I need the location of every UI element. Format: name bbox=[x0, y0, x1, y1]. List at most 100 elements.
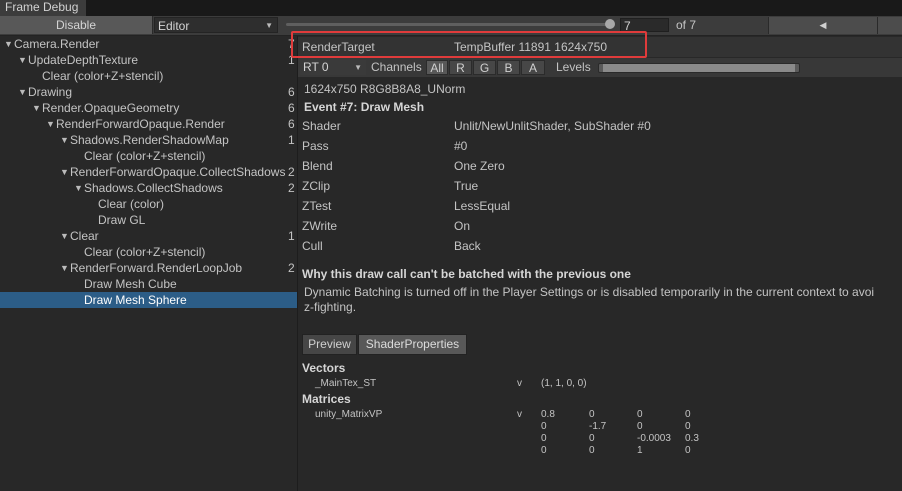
foldout-arrow-icon[interactable]: ▼ bbox=[60, 164, 69, 180]
matrix-cell: 0 bbox=[637, 421, 643, 432]
event-count-label: of 7 bbox=[676, 18, 697, 32]
tab-preview[interactable]: Preview bbox=[302, 334, 357, 355]
levels-label: Levels bbox=[556, 60, 591, 74]
matrix-cell: 0.3 bbox=[685, 433, 699, 444]
tree-item[interactable]: ▼ Camera.Render 7 bbox=[0, 36, 297, 52]
tree-item[interactable]: Draw Mesh Sphere bbox=[0, 292, 297, 308]
matrix-cell: 0 bbox=[685, 409, 691, 420]
vector-name: _MainTex_ST bbox=[315, 378, 377, 389]
event-tree: ▼ Camera.Render 7 ▼ UpdateDepthTexture 1 Clear… bbox=[0, 36, 298, 491]
tree-item-label: Clear (color+Z+stencil) bbox=[84, 245, 206, 259]
matrix-cell: 0.8 bbox=[541, 409, 555, 420]
tree-item-label: RenderForwardOpaque.Render bbox=[56, 117, 225, 131]
channel-g-button[interactable]: G bbox=[473, 60, 496, 75]
tree-item[interactable]: Clear (color+Z+stencil) bbox=[0, 148, 297, 164]
channel-b-button[interactable]: B bbox=[497, 60, 520, 75]
matrices-heading: Matrices bbox=[302, 392, 351, 406]
texture-format: 1624x750 R8G8B8A8_UNorm bbox=[304, 82, 466, 96]
matrix-cell: 0 bbox=[541, 421, 547, 432]
tree-item[interactable]: ▼ Render.OpaqueGeometry 6 bbox=[0, 100, 297, 116]
channel-a-button[interactable]: A bbox=[521, 60, 545, 75]
tree-item[interactable]: ▼ RenderForwardOpaque.Render 6 bbox=[0, 116, 297, 132]
tree-item[interactable]: Clear (color+Z+stencil) bbox=[0, 244, 297, 260]
tree-item-label: RenderForwardOpaque.CollectShadows bbox=[70, 165, 286, 179]
matrix-cell: 0 bbox=[589, 409, 595, 420]
batching-title: Why this draw call can't be batched with… bbox=[302, 267, 631, 281]
tree-item-label: Draw GL bbox=[98, 213, 146, 227]
tree-item[interactable]: Draw GL bbox=[0, 212, 297, 228]
batching-reason-line: Dynamic Batching is turned off in the Pl… bbox=[304, 285, 875, 299]
matrix-cell: -1.7 bbox=[589, 421, 607, 432]
tree-item-label: Clear (color) bbox=[98, 197, 165, 211]
channel-all-button[interactable]: All bbox=[426, 60, 448, 75]
target-dropdown[interactable]: Editor ▼ bbox=[154, 17, 278, 33]
prop-zwrite-label: ZWrite bbox=[302, 219, 338, 233]
tree-item-count: 6 bbox=[288, 117, 295, 131]
tree-item[interactable]: ▼ Clear 1 bbox=[0, 228, 297, 244]
foldout-arrow-icon[interactable]: ▼ bbox=[60, 132, 69, 148]
next-event-button[interactable] bbox=[877, 17, 902, 34]
prop-shader-label: Shader bbox=[302, 119, 341, 133]
frame-debug-tab[interactable]: Frame Debug bbox=[0, 0, 86, 16]
tree-item[interactable]: ▼ UpdateDepthTexture 1 bbox=[0, 52, 297, 68]
tree-item-label: UpdateDepthTexture bbox=[28, 53, 139, 67]
disable-button[interactable]: Disable bbox=[0, 16, 153, 34]
batching-reason-line: z-fighting. bbox=[304, 300, 357, 314]
prop-zclip-label: ZClip bbox=[302, 179, 331, 193]
matrix-cell: -0.0003 bbox=[637, 433, 671, 444]
tree-item-label: Shadows.RenderShadowMap bbox=[70, 133, 229, 147]
window-tab-bar: Frame Debug bbox=[0, 0, 902, 16]
tree-item-label: Shadows.CollectShadows bbox=[84, 181, 223, 195]
prop-ztest-value: LessEqual bbox=[454, 199, 511, 213]
foldout-arrow-icon[interactable]: ▼ bbox=[46, 116, 55, 132]
channel-r-button[interactable]: R bbox=[449, 60, 472, 75]
matrix-stage: v bbox=[517, 409, 522, 420]
event-slider-track[interactable] bbox=[286, 23, 612, 26]
tree-item[interactable]: ▼ RenderForwardOpaque.CollectShadows 2 bbox=[0, 164, 297, 180]
tree-item[interactable]: Clear (color+Z+stencil) bbox=[0, 68, 297, 84]
tree-item-label: Clear (color+Z+stencil) bbox=[84, 149, 206, 163]
event-index-field[interactable]: 7 bbox=[620, 18, 669, 33]
rt-dropdown[interactable]: RT 0 ▼ bbox=[300, 60, 366, 75]
matrix-cell: 0 bbox=[589, 445, 595, 456]
tree-item[interactable]: ▼ Shadows.CollectShadows 2 bbox=[0, 180, 297, 196]
foldout-arrow-icon[interactable]: ▼ bbox=[60, 260, 69, 276]
tree-item-count: 2 bbox=[288, 165, 295, 179]
tree-item-count: 2 bbox=[288, 261, 295, 275]
event-title: Event #7: Draw Mesh bbox=[304, 100, 425, 114]
tree-item[interactable]: ▼ Shadows.RenderShadowMap 1 bbox=[0, 132, 297, 148]
vectors-heading: Vectors bbox=[302, 361, 346, 375]
foldout-arrow-icon[interactable]: ▼ bbox=[32, 100, 41, 116]
foldout-arrow-icon[interactable]: ▼ bbox=[18, 84, 27, 100]
prop-shader-value[interactable]: Unlit/NewUnlitShader, SubShader #0 bbox=[454, 119, 651, 133]
chevron-down-icon: ▼ bbox=[265, 21, 273, 30]
prop-blend-value: One Zero bbox=[454, 159, 505, 173]
tree-item-label: RenderForward.RenderLoopJob bbox=[70, 261, 243, 275]
prop-zclip-value: True bbox=[454, 179, 479, 193]
foldout-arrow-icon[interactable]: ▼ bbox=[60, 228, 69, 244]
tree-item-label: Render.OpaqueGeometry bbox=[42, 101, 180, 115]
levels-range[interactable] bbox=[603, 64, 795, 72]
tree-item-label: Clear (color+Z+stencil) bbox=[42, 69, 164, 83]
prop-pass-value: #0 bbox=[454, 139, 468, 153]
foldout-arrow-icon[interactable]: ▼ bbox=[4, 36, 13, 52]
tree-item-label: Clear bbox=[70, 229, 99, 243]
tree-item[interactable]: Clear (color) bbox=[0, 196, 297, 212]
tree-item[interactable]: ▼ Drawing 6 bbox=[0, 84, 297, 100]
event-slider-thumb[interactable] bbox=[605, 19, 615, 29]
matrix-cell: 0 bbox=[637, 409, 643, 420]
previous-event-button[interactable]: ◀ bbox=[768, 17, 877, 34]
channels-label: Channels bbox=[371, 60, 422, 74]
chevron-down-icon: ▼ bbox=[354, 63, 362, 72]
foldout-arrow-icon[interactable]: ▼ bbox=[18, 52, 27, 68]
tree-item[interactable]: Draw Mesh Cube bbox=[0, 276, 297, 292]
matrix-cell: 0 bbox=[685, 445, 691, 456]
tab-shader-properties[interactable]: ShaderProperties bbox=[358, 334, 467, 355]
tree-item[interactable]: ▼ RenderForward.RenderLoopJob 2 bbox=[0, 260, 297, 276]
matrix-cell: 0 bbox=[589, 433, 595, 444]
tree-item-label: Drawing bbox=[28, 85, 73, 99]
prop-cull-label: Cull bbox=[302, 239, 323, 253]
batching-reason: Dynamic Batching is turned off in the Pl… bbox=[304, 285, 902, 315]
prop-ztest-label: ZTest bbox=[302, 199, 332, 213]
foldout-arrow-icon[interactable]: ▼ bbox=[74, 180, 83, 196]
